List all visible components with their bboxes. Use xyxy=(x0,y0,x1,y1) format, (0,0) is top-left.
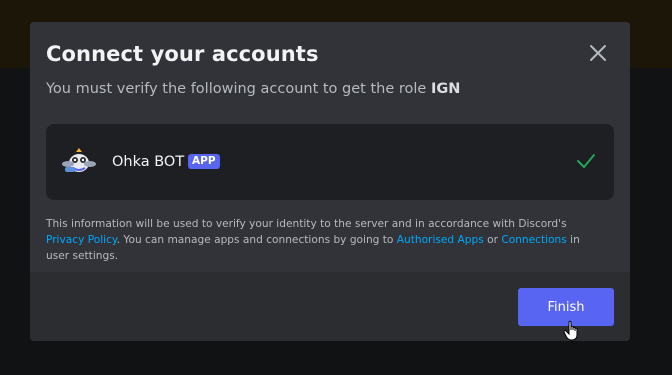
info-text-2: . You can manage apps and connections by… xyxy=(116,234,397,246)
modal-subtitle: You must verify the following account to… xyxy=(46,81,460,97)
authorised-apps-link[interactable]: Authorised Apps xyxy=(397,234,484,246)
info-text-3: or xyxy=(483,234,502,246)
modal-footer: Finish xyxy=(30,272,630,341)
connections-link[interactable]: Connections xyxy=(501,234,566,246)
account-name: Ohka BOT xyxy=(112,154,185,170)
connect-accounts-modal: Connect your accounts You must verify th… xyxy=(30,22,630,341)
check-icon xyxy=(576,152,596,170)
role-name: IGN xyxy=(430,81,461,97)
hand-pointer-icon xyxy=(563,320,583,342)
bot-avatar-icon xyxy=(62,146,96,178)
info-text: This information will be used to verify … xyxy=(46,216,606,264)
subtitle-text: You must verify the following account to… xyxy=(46,81,431,97)
privacy-policy-link[interactable]: Privacy Policy xyxy=(46,234,117,246)
close-button[interactable] xyxy=(587,42,609,64)
close-icon xyxy=(590,45,606,61)
modal-title: Connect your accounts xyxy=(46,42,319,66)
account-card: Ohka BOT APP xyxy=(46,124,614,200)
app-badge: APP xyxy=(188,154,220,169)
info-text-1: This information will be used to verify … xyxy=(46,218,567,230)
